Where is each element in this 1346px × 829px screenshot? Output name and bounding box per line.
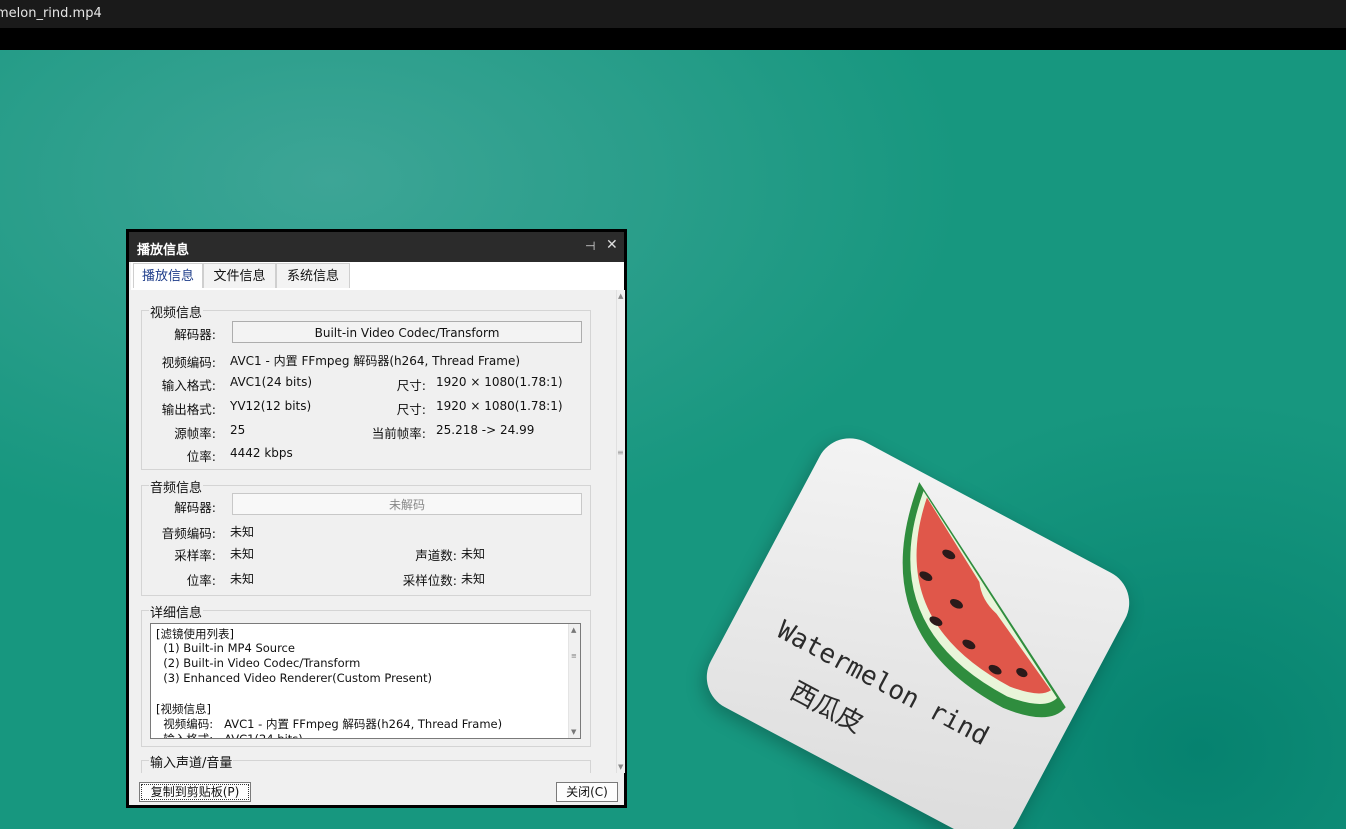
copy-to-clipboard-button[interactable]: 复制到剪贴板(P) — [139, 782, 251, 802]
detail-info-legend: 详细信息 — [149, 602, 204, 621]
current-fps-value: 25.218 -> 24.99 — [436, 423, 535, 437]
tab-system-info[interactable]: 系统信息 — [276, 263, 350, 288]
close-button[interactable]: 关闭(C) — [556, 782, 618, 802]
input-channel-legend: 输入声道/音量 — [149, 752, 234, 771]
sample-bits-value: 未知 — [461, 572, 486, 586]
detail-line: [视频信息] — [156, 702, 211, 716]
detail-line: (2) Built-in Video Codec/Transform — [156, 656, 361, 670]
input-size-value: 1920 × 1080(1.78:1) — [436, 375, 563, 389]
audio-decoder-label: 解码器: — [174, 500, 216, 515]
tab-bar: 播放信息 文件信息 系统信息 — [131, 262, 624, 291]
sample-rate-value: 未知 — [230, 547, 255, 561]
audio-bitrate-value: 未知 — [230, 572, 255, 586]
toolbar-strip — [0, 28, 1346, 50]
scroll-up-icon[interactable]: ▲ — [618, 292, 623, 300]
scroll-down-icon[interactable]: ▼ — [571, 728, 576, 736]
scroll-grip-icon[interactable]: ≡ — [617, 448, 624, 457]
video-decoder-label: 解码器: — [174, 327, 216, 342]
dialog-scrollbar[interactable]: ▲ ≡ ▼ — [616, 290, 625, 773]
close-icon[interactable]: ✕ — [606, 237, 618, 253]
tab-file-info[interactable]: 文件信息 — [203, 263, 276, 288]
tab-content: 视频信息 解码器: Built-in Video Codec/Transform… — [131, 290, 616, 773]
sample-rate-label: 采样率: — [174, 548, 216, 563]
window-title: melon_rind.mp4 — [0, 6, 102, 21]
pin-icon[interactable]: ⊣ — [585, 239, 595, 253]
tab-playback-info[interactable]: 播放信息 — [133, 263, 203, 288]
output-format-label: 输出格式: — [161, 402, 216, 417]
sample-bits-label: 采样位数: — [402, 573, 457, 588]
input-channel-group: 输入声道/音量 — [141, 752, 591, 773]
scroll-down-icon[interactable]: ▼ — [618, 763, 623, 771]
detail-line: [滤镜使用列表] — [156, 627, 234, 641]
source-fps-value: 25 — [230, 423, 246, 437]
video-codec-label: 视频编码: — [161, 355, 216, 370]
detail-info-group: 详细信息 [滤镜使用列表] (1) Built-in MP4 Source (2… — [141, 602, 591, 747]
audio-codec-label: 音频编码: — [161, 526, 216, 541]
current-fps-label: 当前帧率: — [371, 426, 426, 441]
output-size-label: 尺寸: — [396, 402, 426, 417]
scroll-up-icon[interactable]: ▲ — [571, 626, 576, 634]
channels-value: 未知 — [461, 547, 486, 561]
video-info-legend: 视频信息 — [149, 302, 204, 321]
detail-line: 输入格式: AVC1(24 bits) — [156, 732, 303, 739]
input-format-value: AVC1(24 bits) — [230, 375, 313, 389]
video-bitrate-value: 4442 kbps — [230, 446, 293, 460]
window-title-bar: melon_rind.mp4 — [0, 0, 1346, 28]
dialog-title: 播放信息 — [137, 243, 190, 258]
playback-info-dialog: 播放信息 ⊣ ✕ 播放信息 文件信息 系统信息 视频信息 解码器: Built-… — [126, 229, 627, 808]
detail-line: (1) Built-in MP4 Source — [156, 641, 295, 655]
audio-info-legend: 音频信息 — [149, 477, 204, 496]
detail-line: 视频编码: AVC1 - 内置 FFmpeg 解码器(h264, Thread … — [156, 717, 503, 731]
video-decoder-button[interactable]: Built-in Video Codec/Transform — [232, 321, 582, 343]
detail-scrollbar[interactable]: ▲ ≡ ▼ — [568, 624, 580, 738]
detail-line: (3) Enhanced Video Renderer(Custom Prese… — [156, 671, 432, 685]
input-size-label: 尺寸: — [396, 378, 426, 393]
audio-bitrate-label: 位率: — [186, 573, 216, 588]
source-fps-label: 源帧率: — [174, 426, 216, 441]
scroll-grip-icon[interactable]: ≡ — [571, 652, 577, 660]
output-format-value: YV12(12 bits) — [230, 399, 312, 413]
output-size-value: 1920 × 1080(1.78:1) — [436, 399, 563, 413]
video-codec-value: AVC1 - 内置 FFmpeg 解码器(h264, Thread Frame) — [230, 354, 521, 368]
audio-decoder-button: 未解码 — [232, 493, 582, 515]
detail-text-area[interactable]: [滤镜使用列表] (1) Built-in MP4 Source (2) Bui… — [150, 623, 581, 739]
video-card-object: Watermelon rind 西瓜皮 — [694, 426, 1142, 829]
audio-info-group: 音频信息 解码器: 未解码 音频编码: 未知 采样率: 未知 声道数: 未知 位… — [141, 477, 591, 596]
input-format-label: 输入格式: — [161, 378, 216, 393]
dialog-footer: 复制到剪贴板(P) 关闭(C) — [131, 773, 624, 805]
audio-codec-value: 未知 — [230, 525, 255, 539]
dialog-title-bar[interactable]: 播放信息 ⊣ ✕ — [129, 232, 624, 262]
video-info-group: 视频信息 解码器: Built-in Video Codec/Transform… — [141, 302, 591, 470]
video-bitrate-label: 位率: — [186, 449, 216, 464]
channels-label: 声道数: — [415, 548, 457, 563]
